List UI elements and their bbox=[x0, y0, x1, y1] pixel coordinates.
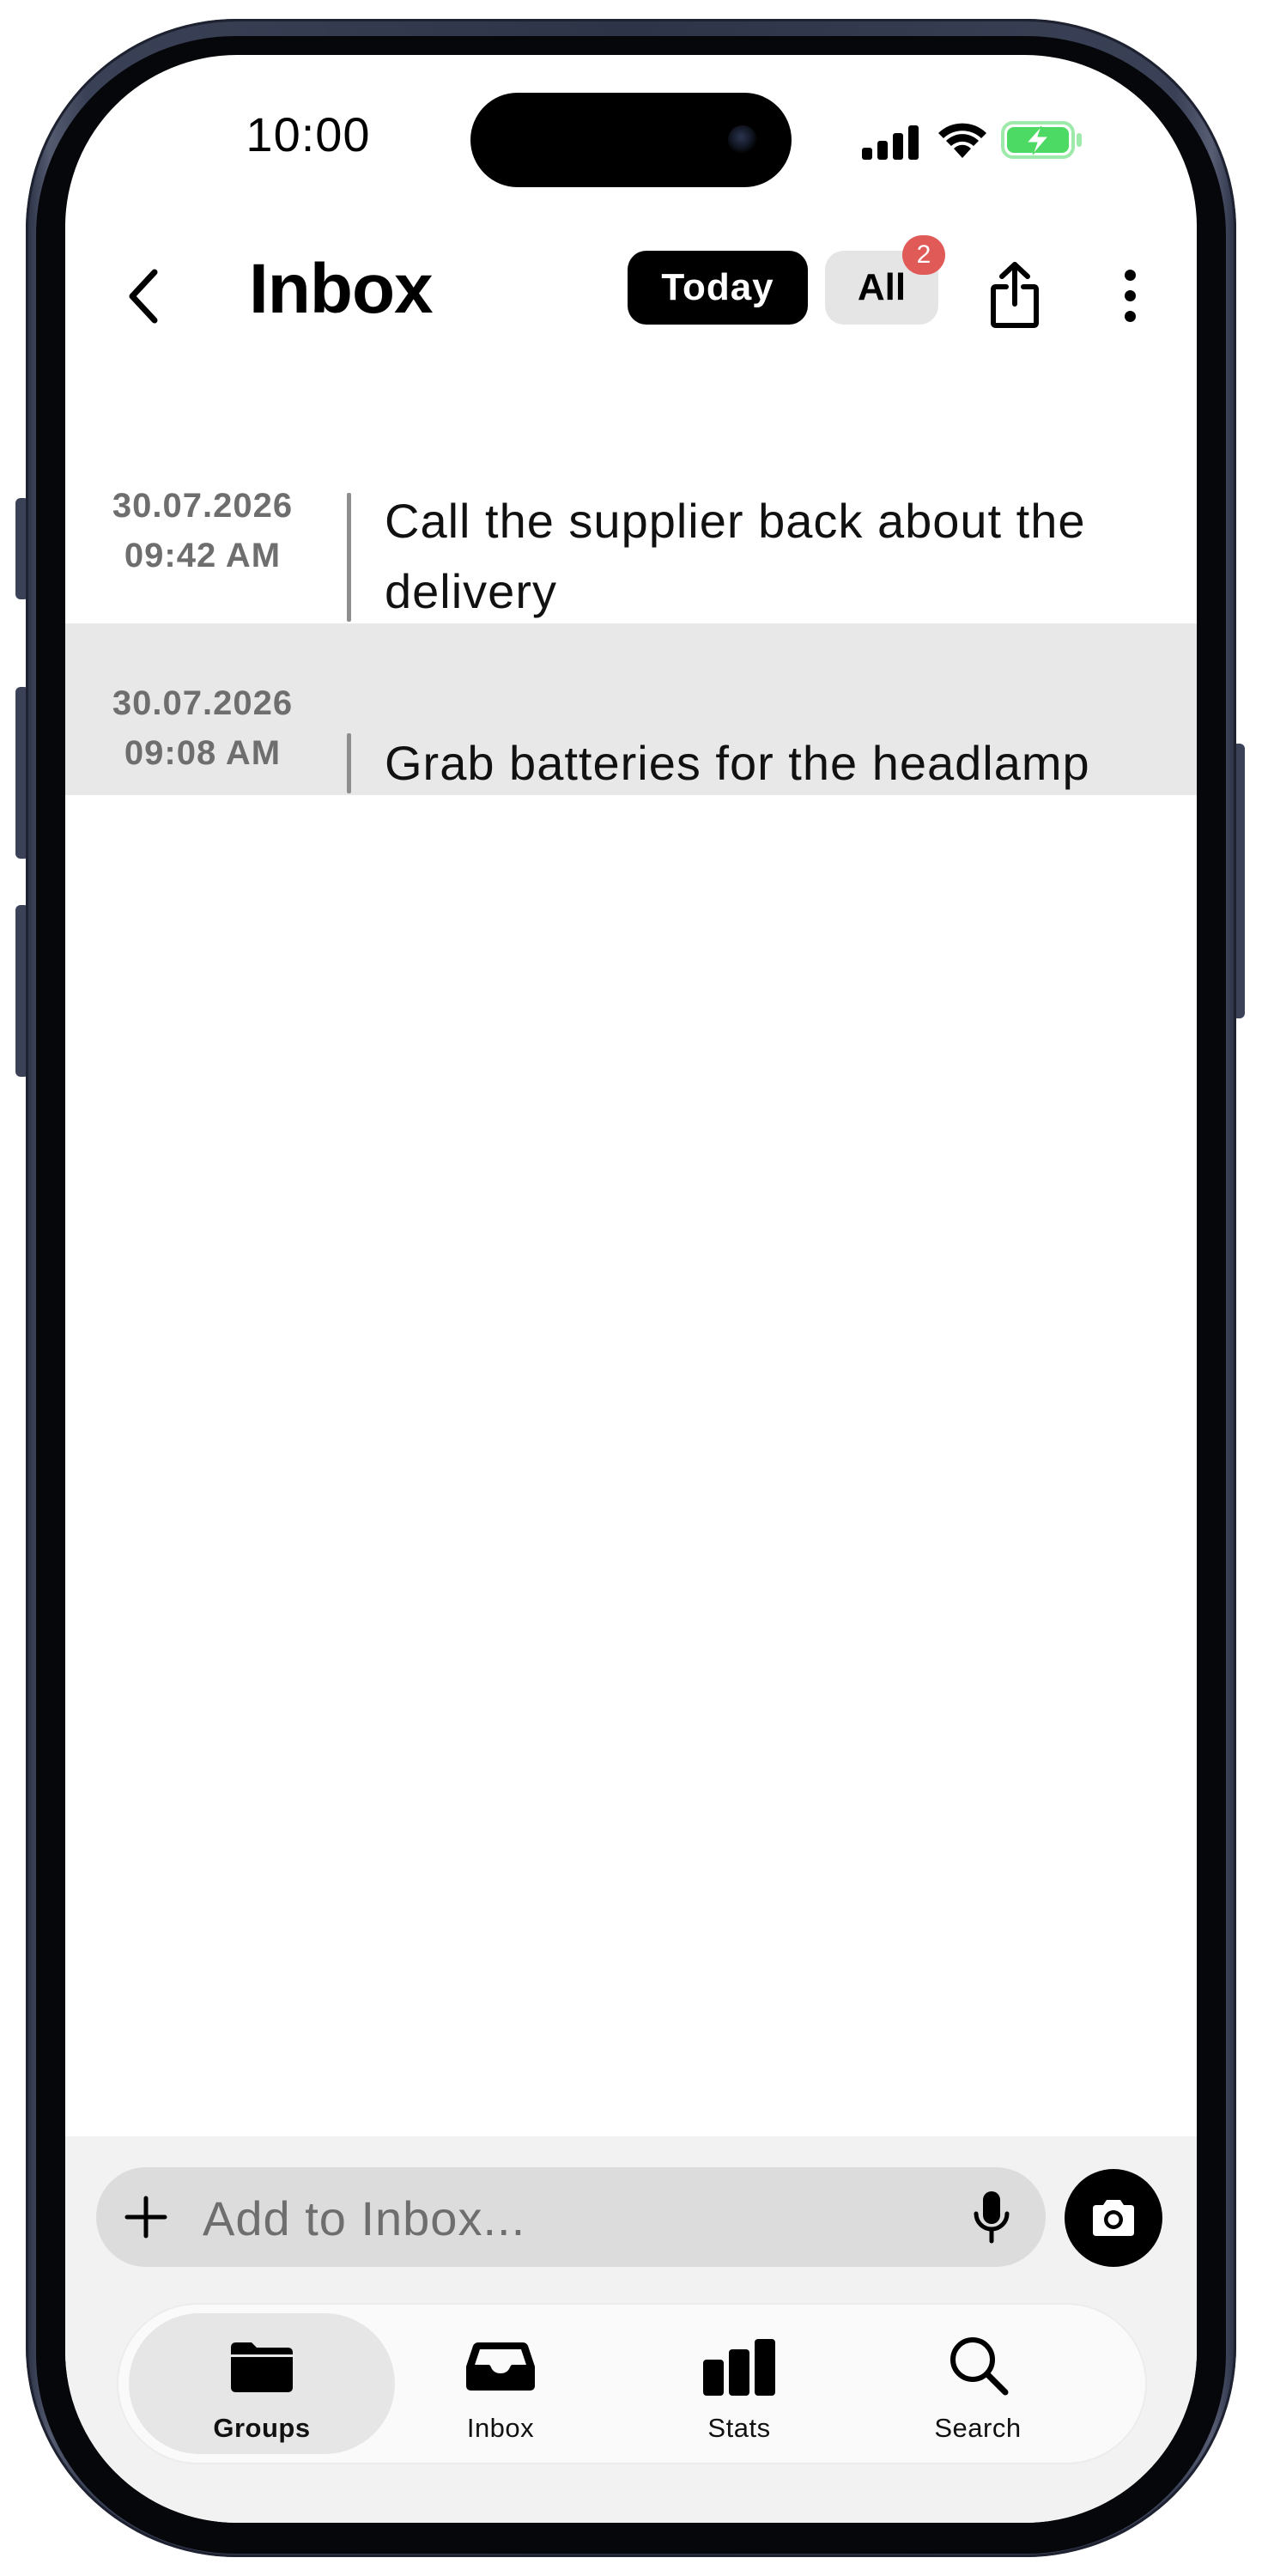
entry-timestamp: 30.07.2026 09:42 AM bbox=[100, 481, 306, 580]
entry-date: 30.07.2026 bbox=[112, 487, 294, 525]
entry-time: 09:08 AM bbox=[124, 734, 282, 772]
unread-count-badge: 2 bbox=[902, 235, 945, 275]
entry-time: 09:42 AM bbox=[124, 537, 282, 574]
microphone-icon[interactable] bbox=[972, 2190, 1011, 2245]
share-button[interactable] bbox=[980, 254, 1049, 337]
inbox-tray-icon bbox=[466, 2342, 535, 2391]
tab-groups-label: Groups bbox=[213, 2413, 311, 2443]
share-icon bbox=[991, 262, 1039, 328]
page-title: Inbox bbox=[249, 250, 434, 328]
tab-groups[interactable]: Groups bbox=[129, 2313, 395, 2454]
add-to-inbox-field[interactable] bbox=[96, 2167, 1046, 2267]
status-time: 10:00 bbox=[246, 107, 371, 161]
camera-icon bbox=[1093, 2200, 1134, 2236]
tab-stats-label: Stats bbox=[707, 2413, 771, 2443]
search-icon bbox=[950, 2337, 1009, 2396]
entry-timestamp: 30.07.2026 09:08 AM bbox=[100, 678, 306, 778]
more-options-button[interactable] bbox=[1113, 261, 1147, 330]
bar-chart-icon bbox=[703, 2339, 775, 2396]
entry-text: Grab batteries for the headlamp bbox=[385, 736, 1090, 790]
dynamic-island bbox=[470, 93, 792, 187]
filter-today-button[interactable]: Today bbox=[628, 251, 808, 325]
entry-date: 30.07.2026 bbox=[112, 684, 294, 722]
back-button[interactable] bbox=[112, 258, 173, 335]
entry-text: Call the supplier back about the deliver… bbox=[385, 494, 1086, 618]
add-to-inbox-input[interactable] bbox=[201, 2183, 908, 2253]
wifi-icon bbox=[938, 123, 986, 158]
folder-icon bbox=[231, 2342, 293, 2392]
tab-inbox[interactable]: Inbox bbox=[367, 2313, 634, 2454]
screen: 10:00 Inbox Today All 2 30.07.2026 09:42… bbox=[65, 55, 1197, 2523]
battery-charging-icon bbox=[1001, 121, 1082, 159]
camera-button[interactable] bbox=[1065, 2169, 1162, 2267]
chevron-left-icon bbox=[129, 269, 158, 324]
tab-inbox-label: Inbox bbox=[466, 2413, 535, 2443]
front-camera bbox=[728, 125, 757, 155]
more-vertical-icon-dot bbox=[1124, 310, 1136, 322]
list-item[interactable]: 30.07.2026 09:42 AM Call the supplier ba… bbox=[65, 398, 1197, 622]
more-vertical-icon-dot bbox=[1124, 289, 1136, 301]
plus-icon[interactable] bbox=[122, 2193, 170, 2241]
tab-stats[interactable]: Stats bbox=[606, 2313, 872, 2454]
tab-search-label: Search bbox=[934, 2413, 1022, 2443]
tab-bar: Groups Inbox Stats Search bbox=[118, 2305, 1145, 2463]
more-vertical-icon bbox=[1124, 269, 1136, 281]
entry-divider bbox=[347, 493, 351, 622]
tab-search[interactable]: Search bbox=[845, 2313, 1111, 2454]
list-item-selected[interactable]: 30.07.2026 09:08 AM Grab batteries for t… bbox=[65, 623, 1197, 795]
entry-divider bbox=[347, 733, 351, 793]
cellular-signal-icon bbox=[862, 125, 919, 160]
